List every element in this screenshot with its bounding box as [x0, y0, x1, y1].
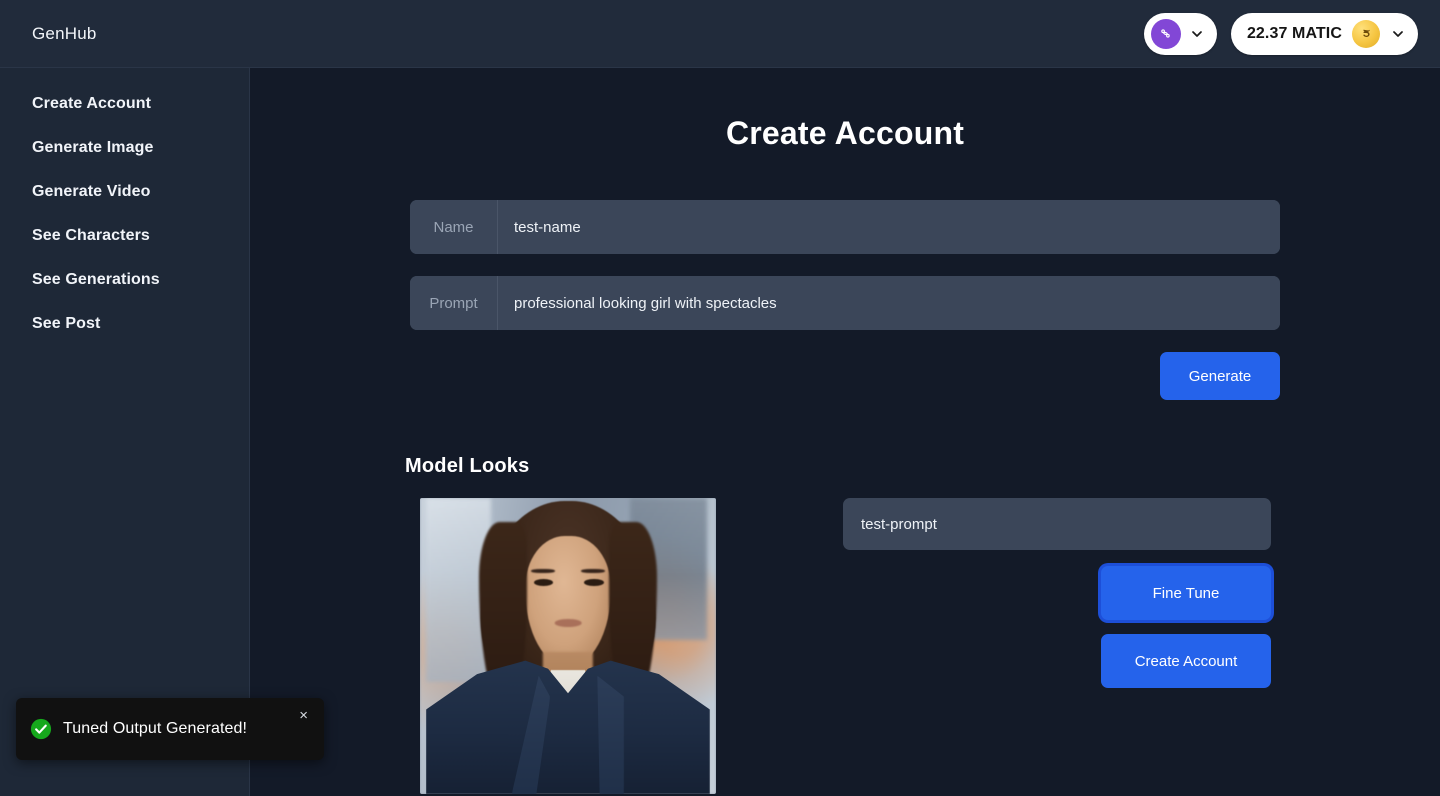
prompt-field-label: Prompt — [410, 276, 498, 330]
fine-tune-button[interactable]: Fine Tune — [1101, 566, 1271, 620]
model-looks-controls: test-prompt Fine Tune Create Account — [843, 498, 1271, 688]
polygon-wallet-icon — [1150, 18, 1181, 49]
generate-row: Generate — [410, 352, 1280, 400]
sidebar-item-create-account[interactable]: Create Account — [0, 82, 249, 126]
coin-icon — [1352, 19, 1380, 48]
sidebar-item-generate-image[interactable]: Generate Image — [0, 126, 249, 170]
app-header: GenHub 22.37 MATIC — [0, 0, 1440, 68]
model-looks-title: Model Looks — [405, 455, 530, 477]
model-looks-row: test-prompt Fine Tune Create Account — [250, 498, 1440, 794]
name-field-row: Name test-name — [410, 200, 1280, 254]
prompt-input[interactable]: professional looking girl with spectacle… — [498, 276, 1280, 330]
create-account-form: Name test-name Prompt professional looki… — [410, 152, 1280, 400]
toast-close-button[interactable]: × — [297, 706, 310, 725]
name-input[interactable]: test-name — [498, 200, 1280, 254]
sidebar-nav: Create Account Generate Image Generate V… — [0, 68, 250, 796]
tune-prompt-input[interactable]: test-prompt — [843, 498, 1271, 550]
sidebar-item-generate-video[interactable]: Generate Video — [0, 170, 249, 214]
wallet-balance-button[interactable]: 22.37 MATIC — [1230, 12, 1418, 55]
chevron-down-icon — [1192, 30, 1202, 37]
sidebar-item-see-post[interactable]: See Post — [0, 302, 249, 346]
create-account-button[interactable]: Create Account — [1101, 634, 1271, 688]
name-field-label: Name — [410, 200, 498, 254]
main-content: Create Account Name test-name Prompt pro… — [250, 68, 1440, 796]
app-root: GenHub 22.37 MATIC Create Account Genera… — [0, 0, 1440, 796]
brand-logo[interactable]: GenHub — [20, 24, 97, 44]
sidebar-item-see-generations[interactable]: See Generations — [0, 258, 249, 302]
portrait-lips — [554, 619, 582, 628]
wallet-balance-amount: 22.37 MATIC — [1246, 24, 1342, 42]
generate-button[interactable]: Generate — [1160, 352, 1280, 400]
generated-portrait-image[interactable] — [420, 498, 716, 794]
sidebar-item-see-characters[interactable]: See Characters — [0, 214, 249, 258]
prompt-field-row: Prompt professional looking girl with sp… — [410, 276, 1280, 330]
check-circle-icon — [30, 718, 52, 740]
wallet-connect-button[interactable] — [1143, 12, 1217, 55]
header-actions: 22.37 MATIC — [1143, 12, 1420, 55]
chevron-down-icon — [1393, 30, 1403, 37]
toast-notification: Tuned Output Generated! × — [16, 698, 324, 760]
page-title: Create Account — [725, 115, 965, 151]
toast-message: Tuned Output Generated! — [63, 720, 248, 737]
